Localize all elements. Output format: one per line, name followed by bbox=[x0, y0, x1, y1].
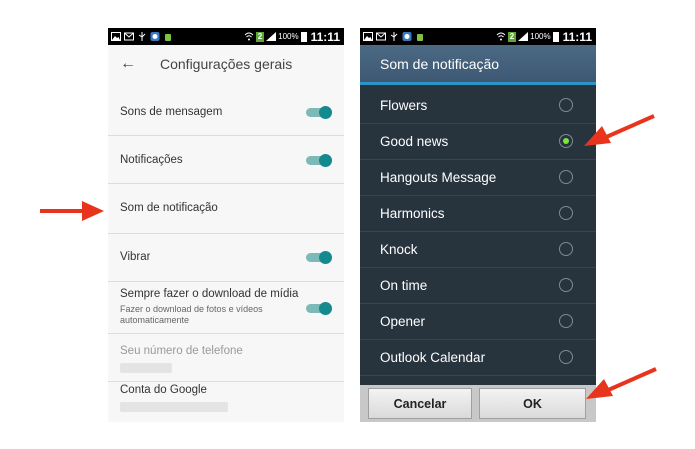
radio-button[interactable] bbox=[559, 314, 573, 328]
app-icon bbox=[402, 32, 412, 41]
ringtone-option[interactable]: Good news bbox=[360, 124, 596, 160]
setting-label: Vibrar bbox=[120, 251, 151, 263]
ringtone-label: Good news bbox=[380, 134, 449, 149]
ringtone-option[interactable]: On time bbox=[360, 268, 596, 304]
battery-percent: 100% bbox=[530, 32, 551, 41]
status-bar: 2 100% 11:11 bbox=[360, 28, 596, 45]
battery-icon bbox=[300, 31, 307, 42]
dialog-footer: Cancelar OK bbox=[360, 385, 596, 422]
radio-button[interactable] bbox=[559, 242, 573, 256]
settings-header: ← Configurações gerais bbox=[108, 45, 344, 83]
ringtone-option[interactable]: Hangouts Message bbox=[360, 160, 596, 196]
android-icon bbox=[417, 34, 423, 41]
arrow-left-icon[interactable]: ← bbox=[108, 55, 148, 73]
ringtone-label: Flowers bbox=[380, 98, 428, 113]
setting-notification-sound[interactable]: Som de notificação bbox=[108, 184, 344, 234]
battery-percent: 100% bbox=[278, 32, 299, 41]
setting-label: Som de notificação bbox=[120, 202, 218, 214]
app-icon bbox=[150, 32, 160, 41]
setting-message-sounds[interactable]: Sons de mensagem bbox=[108, 88, 344, 136]
ringtone-option[interactable]: Harmonics bbox=[360, 196, 596, 232]
usb-icon bbox=[138, 32, 146, 41]
notification-badge: 2 bbox=[255, 31, 265, 42]
wifi-icon bbox=[244, 32, 254, 41]
arrow-left-icon bbox=[584, 114, 655, 146]
header-divider bbox=[360, 82, 596, 85]
redacted-value bbox=[120, 363, 172, 373]
ringtone-label: Harmonics bbox=[380, 206, 445, 221]
ringtone-label: Hangouts Message bbox=[380, 170, 497, 185]
cancel-button[interactable]: Cancelar bbox=[368, 388, 472, 419]
vibrate-toggle[interactable] bbox=[306, 251, 332, 264]
ringtone-label: On time bbox=[380, 278, 428, 293]
radio-button[interactable] bbox=[559, 206, 573, 220]
image-icon bbox=[111, 32, 121, 41]
setting-label: Seu número de telefone bbox=[120, 345, 243, 357]
ringtone-label: Opener bbox=[380, 314, 426, 329]
notifications-toggle[interactable] bbox=[306, 154, 332, 167]
notification-badge: 2 bbox=[507, 31, 517, 42]
setting-google-account[interactable]: Conta do Google bbox=[108, 382, 344, 422]
setting-phone-number[interactable]: Seu número de telefone bbox=[108, 334, 344, 382]
setting-description: Fazer o download de fotos e vídeos autom… bbox=[120, 304, 263, 325]
usb-icon bbox=[390, 32, 398, 41]
setting-label: Conta do Google bbox=[120, 384, 207, 396]
battery-icon bbox=[552, 31, 559, 42]
radio-button[interactable] bbox=[559, 278, 573, 292]
mail-icon bbox=[376, 32, 386, 41]
message-sounds-toggle[interactable] bbox=[306, 106, 332, 119]
mail-icon bbox=[124, 32, 134, 41]
wifi-icon bbox=[496, 32, 506, 41]
arrow-left-icon bbox=[586, 367, 657, 399]
ringtone-option[interactable]: Outlook Calendar bbox=[360, 340, 596, 376]
setting-vibrate[interactable]: Vibrar bbox=[108, 234, 344, 282]
setting-notifications[interactable]: Notificações bbox=[108, 136, 344, 184]
android-icon bbox=[165, 34, 171, 41]
clock: 11:11 bbox=[310, 29, 340, 44]
redacted-value bbox=[120, 402, 228, 412]
ringtone-label: Knock bbox=[380, 242, 418, 257]
radio-button[interactable] bbox=[559, 98, 573, 112]
dialog-header: Som de notificação bbox=[360, 45, 596, 82]
auto-download-toggle[interactable] bbox=[306, 302, 332, 315]
radio-button[interactable] bbox=[559, 170, 573, 184]
ringtone-option[interactable]: Flowers bbox=[360, 88, 596, 124]
ringtone-label: Outlook Calendar bbox=[380, 350, 486, 365]
setting-label: Sempre fazer o download de mídia bbox=[120, 288, 299, 300]
setting-label: Notificações bbox=[120, 154, 183, 166]
arrow-right-icon bbox=[40, 201, 104, 221]
setting-auto-download[interactable]: Sempre fazer o download de mídia Fazer o… bbox=[108, 282, 344, 334]
ringtone-option[interactable]: Knock bbox=[360, 232, 596, 268]
radio-button-selected[interactable] bbox=[559, 134, 573, 148]
signal-icon bbox=[266, 32, 277, 41]
signal-icon bbox=[518, 32, 529, 41]
dialog-title: Som de notificação bbox=[380, 55, 500, 72]
setting-label: Sons de mensagem bbox=[120, 106, 223, 118]
notification-sound-dialog: 2 100% 11:11 Som de notificação Flowers … bbox=[360, 28, 596, 422]
ok-button[interactable]: OK bbox=[479, 388, 586, 419]
ringtone-option[interactable]: Opener bbox=[360, 304, 596, 340]
clock: 11:11 bbox=[562, 29, 592, 44]
page-title: Configurações gerais bbox=[160, 56, 293, 72]
status-bar: 2 100% 11:11 bbox=[108, 28, 344, 45]
image-icon bbox=[363, 32, 373, 41]
settings-screen: 2 100% 11:11 ← Configurações gerais Sons… bbox=[108, 28, 344, 422]
radio-button[interactable] bbox=[559, 350, 573, 364]
